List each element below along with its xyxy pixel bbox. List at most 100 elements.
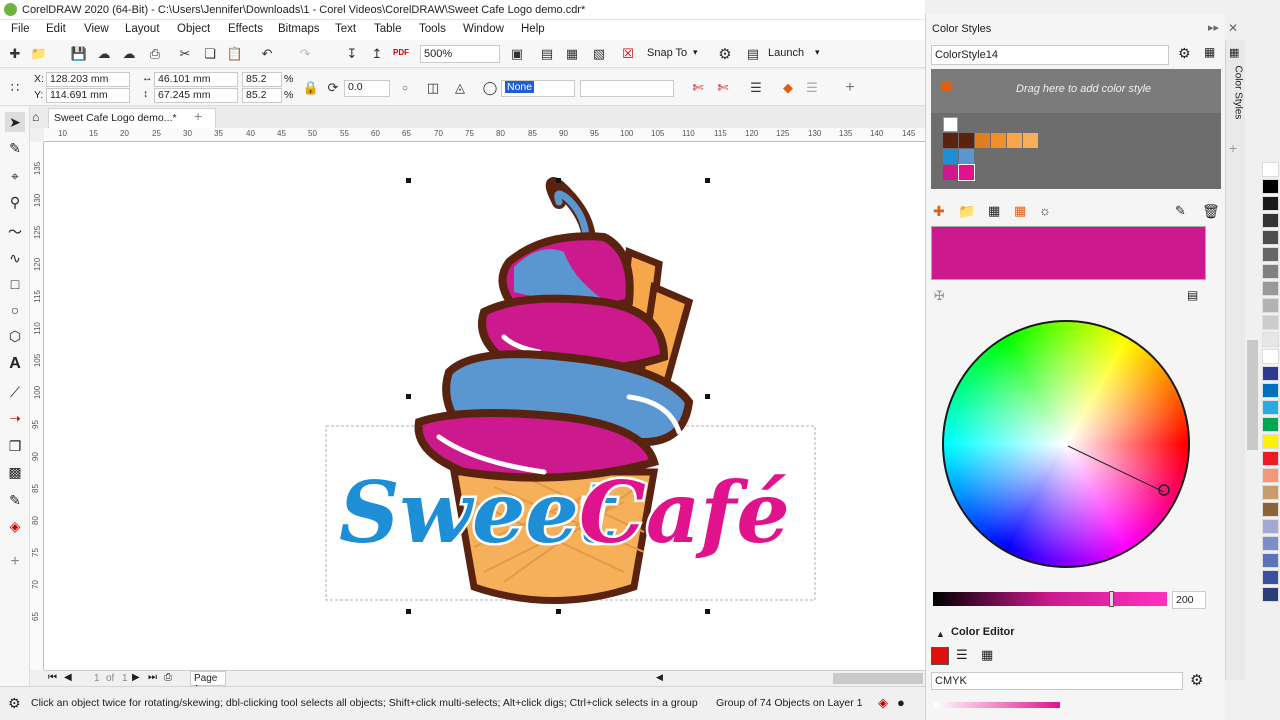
cloud-download-icon[interactable]: ☁	[95, 45, 113, 63]
last-page-icon[interactable]: ⏭	[148, 672, 157, 683]
hscroll-left-icon[interactable]: ◀	[656, 672, 663, 683]
show-guidelines-icon[interactable]: ▧	[590, 45, 608, 63]
menu-bitmaps[interactable]: Bitmaps	[278, 23, 320, 35]
copy-icon[interactable]: ❏	[201, 45, 219, 63]
palette-swatch[interactable]	[1262, 298, 1279, 313]
align-distribute-icon[interactable]: ☰	[747, 79, 765, 97]
palette-swatch[interactable]	[1262, 536, 1279, 551]
object-origin-icon[interactable]: ∷	[6, 79, 24, 97]
outline-width-dropdown[interactable]: None	[501, 80, 575, 97]
palette-scroll-track[interactable]	[1245, 40, 1260, 680]
status-gear-icon[interactable]: ⚙	[8, 695, 21, 712]
brightness-value-field[interactable]: 200	[1172, 591, 1206, 609]
palette-swatch[interactable]	[1262, 196, 1279, 211]
rectangle-tool-icon[interactable]: □	[5, 274, 25, 294]
shape-tool-icon[interactable]: ✎	[5, 138, 25, 158]
layers-icon[interactable]: ☰	[803, 79, 821, 97]
color-model-gear-icon[interactable]: ⚙	[1190, 671, 1203, 689]
show-grid-icon[interactable]: ▦	[563, 45, 581, 63]
scale-x-field[interactable]: 85.2	[242, 72, 282, 87]
options-gear-icon[interactable]: ⚙	[716, 45, 734, 63]
color-sliders-icon[interactable]: ☰	[956, 647, 968, 663]
palette-swatch[interactable]	[1262, 366, 1279, 381]
eyedropper-icon[interactable]: ✎	[5, 490, 25, 510]
slider-thumb[interactable]	[1109, 591, 1114, 607]
palette-swatch[interactable]	[1262, 315, 1279, 330]
palette-swatch[interactable]	[1262, 383, 1279, 398]
height-field[interactable]: 67.245 mm	[154, 88, 238, 103]
launch-button[interactable]: Launch	[768, 47, 804, 59]
hscroll-thumb[interactable]	[833, 673, 923, 684]
eyedropper-disabled-icon[interactable]: ✠	[934, 288, 945, 304]
drop-shadow-icon[interactable]: ❐	[5, 436, 25, 456]
palette-swatch[interactable]	[1262, 553, 1279, 568]
launch-chevron-icon[interactable]: ▾	[815, 47, 820, 58]
color-editor-swatch[interactable]	[931, 647, 949, 665]
mirror-vertical-icon[interactable]: ◬	[451, 79, 469, 97]
zoom-fit-icon[interactable]: ▣	[508, 45, 526, 63]
color-style-drop-zone[interactable]: Drag here to add color style	[931, 69, 1221, 189]
save-icon[interactable]: 💾	[70, 45, 88, 63]
parallel-dimension-icon[interactable]: ⟋	[5, 382, 25, 402]
palette-swatch[interactable]	[1262, 264, 1279, 279]
freehand-tool-icon[interactable]: 〜	[5, 222, 25, 242]
hierarchy-icon[interactable]: ☼	[1039, 203, 1051, 218]
ungroup-icon[interactable]: ✄	[714, 79, 732, 97]
new-tab-button[interactable]: +	[194, 108, 202, 124]
crop-tool-icon[interactable]: ⌖	[5, 166, 25, 186]
color-styles-side-tab[interactable]: Color Styles	[1233, 66, 1244, 146]
menu-file[interactable]: File	[11, 23, 30, 35]
text-tool-icon[interactable]: A	[5, 354, 25, 374]
harmony-rule-icon[interactable]: ▦	[988, 203, 1000, 219]
color-palettes-icon[interactable]: ▦	[981, 647, 993, 663]
rotation-icon[interactable]: ⟳	[324, 79, 342, 97]
palette-swatch[interactable]	[1262, 332, 1279, 347]
palette-swatch[interactable]	[1262, 570, 1279, 585]
connector-tool-icon[interactable]: ➝	[5, 408, 25, 428]
snap-to-dropdown[interactable]: Snap To	[647, 47, 687, 59]
launch-icon[interactable]: ▤	[744, 45, 762, 63]
menu-object[interactable]: Object	[177, 23, 210, 35]
palette-swatch[interactable]	[1262, 502, 1279, 517]
rotation-field[interactable]: 0.0	[344, 80, 390, 97]
ellipse-tool-icon[interactable]: ○	[5, 300, 25, 320]
y-position-field[interactable]: 114.691 mm	[46, 88, 130, 103]
add-docker-icon[interactable]: +	[1229, 140, 1237, 156]
menu-table[interactable]: Table	[374, 23, 402, 35]
redo-icon[interactable]: ↷	[296, 45, 314, 63]
menu-effects[interactable]: Effects	[228, 23, 263, 35]
color-wheel-marker[interactable]	[942, 320, 1194, 572]
prev-page-icon[interactable]: ◀	[64, 672, 72, 683]
harmony-swatch[interactable]	[943, 117, 958, 132]
palette-swatch[interactable]	[1262, 179, 1279, 194]
scale-y-field[interactable]: 85.2	[242, 88, 282, 103]
export-icon[interactable]: ↥	[368, 45, 386, 63]
color-style-name-field[interactable]: ColorStyle14	[931, 45, 1169, 65]
object-properties-icon[interactable]: ◆	[779, 79, 797, 97]
harmony-swatch[interactable]	[991, 133, 1006, 148]
color-editor-collapse-icon[interactable]: ▲	[936, 629, 945, 639]
palette-swatch[interactable]	[1262, 162, 1279, 177]
cyan-channel-slider[interactable]	[934, 702, 1060, 708]
menu-window[interactable]: Window	[463, 23, 504, 35]
menu-help[interactable]: Help	[521, 23, 545, 35]
brightness-slider[interactable]	[933, 591, 1167, 607]
pick-tool-icon[interactable]: ➤	[5, 112, 25, 132]
docker-expand-icon[interactable]: ▸▸	[1208, 21, 1219, 34]
artistic-media-icon[interactable]: ∿	[5, 248, 25, 268]
page-tab[interactable]: Page 1	[190, 671, 226, 695]
harmony-swatch[interactable]	[943, 165, 958, 180]
color-wheel[interactable]	[942, 320, 1194, 572]
palette-swatch[interactable]	[1262, 587, 1279, 602]
palette-scroll-thumb[interactable]	[1247, 340, 1258, 450]
palette-swatch[interactable]	[1262, 247, 1279, 262]
palette-swatch[interactable]	[1262, 230, 1279, 245]
menu-view[interactable]: View	[84, 23, 109, 35]
zoom-tool-icon[interactable]: ⚲	[5, 192, 25, 212]
style-swatch[interactable]	[941, 82, 951, 92]
drawing-canvas[interactable]: Sweet Café	[44, 142, 925, 670]
next-page-icon[interactable]: ▶	[132, 672, 140, 683]
width-field[interactable]: 46.101 mm	[154, 72, 238, 87]
delete-style-icon[interactable]: 🗑	[1202, 203, 1220, 220]
print-icon[interactable]: ⎙	[146, 45, 164, 63]
